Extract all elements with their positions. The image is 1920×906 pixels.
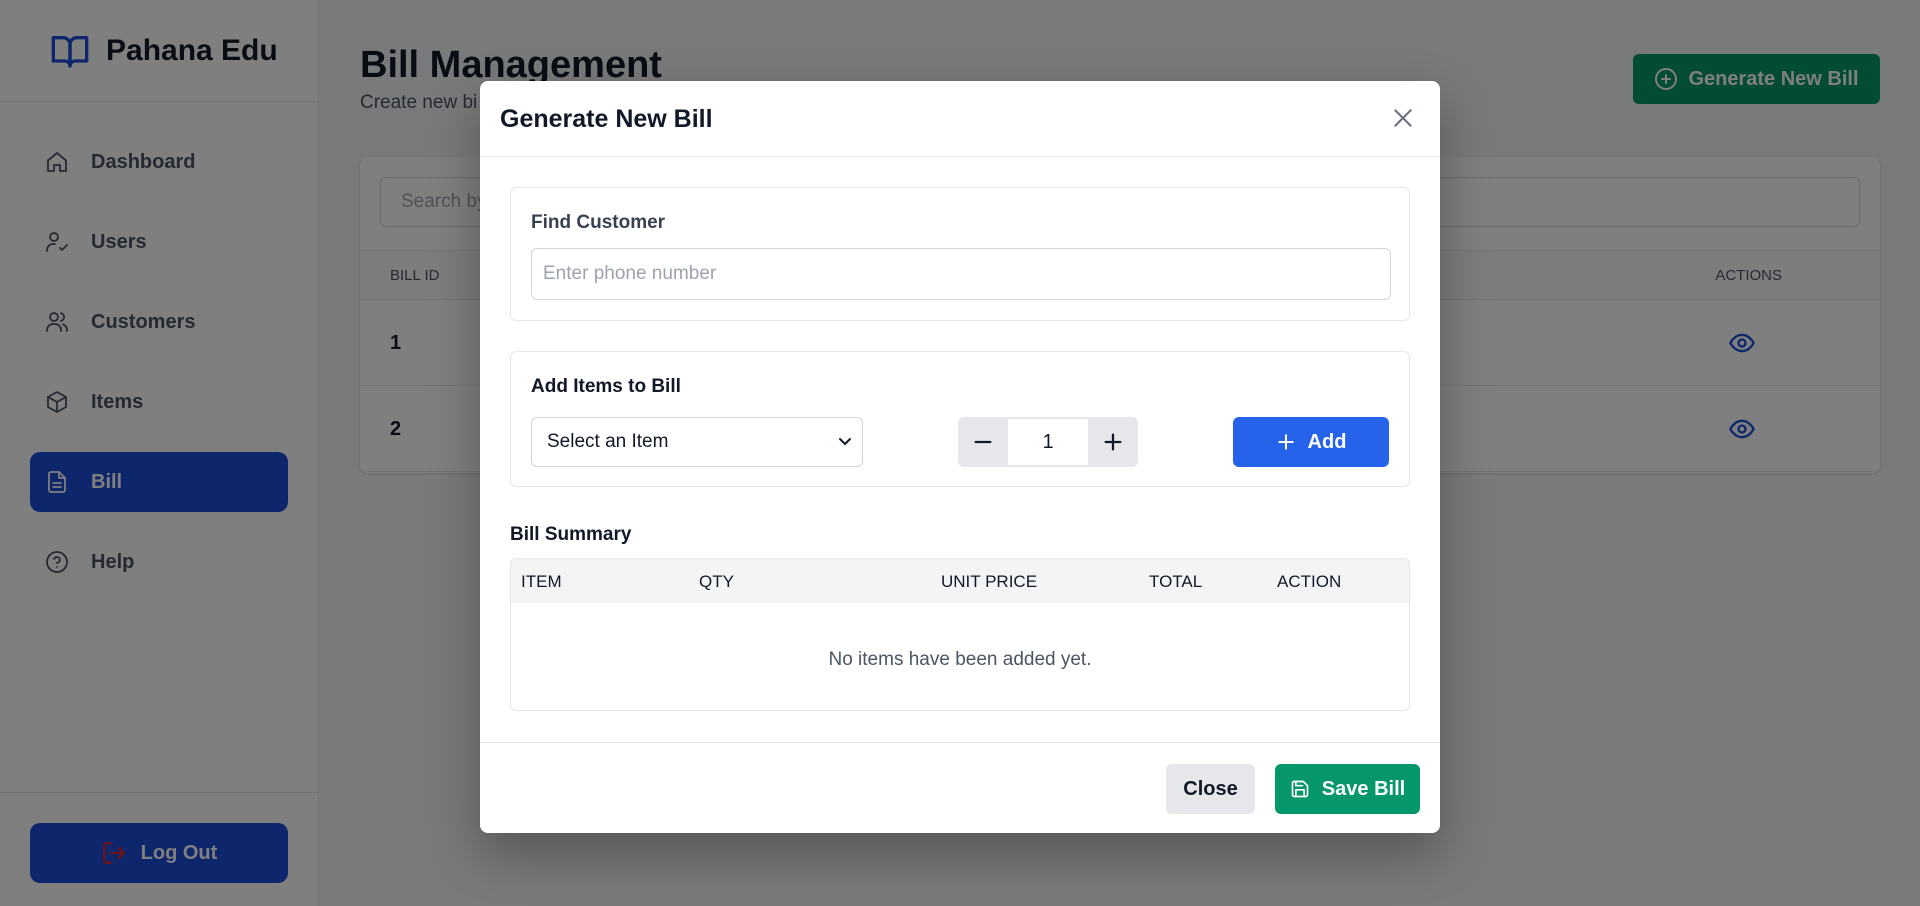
quantity-stepper: 1: [958, 417, 1138, 467]
modal-header: Generate New Bill: [480, 81, 1440, 157]
summary-table-header: ITEM QTY UNIT PRICE TOTAL ACTION: [511, 559, 1409, 603]
item-select-value: Select an Item: [547, 431, 669, 452]
header-action: ACTION: [1277, 572, 1342, 591]
plus-icon: [1277, 434, 1294, 450]
modal-footer: Close Save Bill: [480, 742, 1440, 833]
header-unit-price: UNIT PRICE: [941, 572, 1038, 591]
add-item-button[interactable]: Add: [1233, 417, 1389, 467]
close-button[interactable]: Close: [1166, 764, 1255, 814]
quantity-input[interactable]: 1: [1008, 419, 1088, 465]
header-qty: QTY: [699, 572, 734, 591]
modal-title: Generate New Bill: [500, 105, 713, 133]
increment-button[interactable]: [1088, 417, 1138, 467]
find-customer-section: Find Customer Enter phone number: [510, 187, 1410, 321]
generate-bill-modal: Generate New Bill Find Customer Enter ph…: [480, 81, 1440, 833]
phone-number-input[interactable]: Enter phone number: [531, 248, 1391, 300]
save-icon: [1291, 780, 1309, 798]
header-total: TOTAL: [1149, 572, 1203, 591]
add-items-label: Add Items to Bill: [531, 376, 681, 397]
chevron-down-icon: [839, 438, 851, 445]
plus-icon: [1104, 433, 1122, 451]
find-customer-label: Find Customer: [531, 212, 666, 233]
add-item-label: Add: [1307, 430, 1347, 453]
bill-summary-title: Bill Summary: [510, 524, 632, 545]
decrement-button[interactable]: [958, 417, 1008, 467]
header-item: ITEM: [521, 572, 562, 591]
add-items-section: Add Items to Bill Select an Item 1 Add: [510, 351, 1410, 487]
save-bill-button[interactable]: Save Bill: [1275, 764, 1420, 814]
bill-summary-table: ITEM QTY UNIT PRICE TOTAL ACTION No item…: [510, 558, 1410, 711]
save-bill-label: Save Bill: [1321, 777, 1406, 800]
empty-state-message: No items have been added yet.: [828, 649, 1092, 670]
close-icon[interactable]: [1390, 105, 1416, 131]
item-select[interactable]: Select an Item: [531, 417, 863, 467]
minus-icon: [974, 440, 992, 444]
